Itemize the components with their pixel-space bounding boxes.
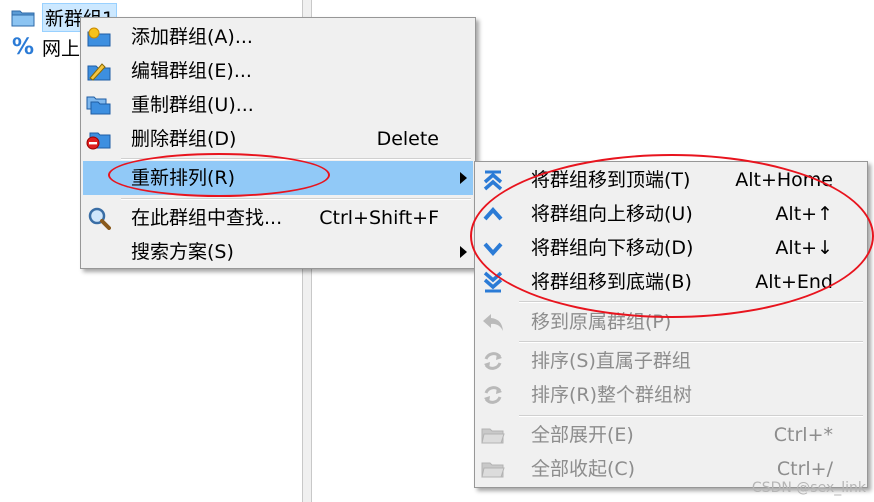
magnifier-icon: [86, 206, 112, 230]
menu-item-sort-whole-tree[interactable]: 排序(R)整个群组树: [477, 378, 865, 412]
menu-item-edit-group[interactable]: 编辑群组(E)...: [83, 54, 473, 88]
move-bottom-icon: [480, 270, 506, 294]
menu-item-shortcut: Ctrl+Shift+F: [319, 207, 439, 229]
menu-item-rearrange[interactable]: 重新排列(R): [83, 161, 473, 195]
menu-item-shortcut: Alt+↑: [775, 203, 833, 225]
menu-item-label: 搜索方案(S): [131, 241, 234, 263]
menu-item-label: 将群组移到底端(B): [531, 271, 692, 293]
folder-open-icon: [480, 423, 506, 447]
menu-separator: [121, 158, 471, 160]
menu-item-label: 将群组向上移动(U): [531, 203, 693, 225]
undo-arrow-icon: [480, 310, 506, 334]
menu-item-move-down[interactable]: 将群组向下移动(D) Alt+↓: [477, 231, 865, 265]
menu-item-label: 排序(R)整个群组树: [531, 384, 693, 406]
submenu-arrow-icon: [460, 246, 467, 258]
menu-item-label: 移到原属群组(P): [531, 311, 672, 333]
menu-separator: [519, 341, 863, 343]
submenu-arrow-icon: [460, 172, 467, 184]
move-top-icon: [480, 168, 506, 192]
sort-icon: [480, 383, 506, 407]
folder-delete-icon: [86, 127, 112, 151]
menu-separator: [121, 198, 471, 200]
menu-item-shortcut: Ctrl+*: [773, 424, 833, 446]
move-up-icon: [480, 202, 506, 226]
menu-item-find-in-group[interactable]: 在此群组中查找... Ctrl+Shift+F: [83, 201, 473, 235]
menu-item-label: 全部展开(E): [531, 424, 634, 446]
menu-item-label: 将群组移到顶端(T): [531, 169, 691, 191]
menu-item-label: 重制群组(U)...: [131, 94, 254, 116]
folder-copy-icon: [86, 93, 112, 117]
menu-item-label: 将群组向下移动(D): [531, 237, 694, 259]
menu-item-duplicate-group[interactable]: 重制群组(U)...: [83, 88, 473, 122]
menu-item-delete-group[interactable]: 删除群组(D) Delete: [83, 122, 473, 156]
menu-item-search-profiles[interactable]: 搜索方案(S): [83, 235, 473, 269]
context-menu: 添加群组(A)... 编辑群组(E)... 重制群组(U)... 删除群组(D)…: [80, 17, 476, 269]
folder-icon: [10, 6, 36, 28]
menu-item-shortcut: Alt+↓: [775, 237, 833, 259]
menu-item-label: 删除群组(D): [131, 128, 237, 150]
folder-edit-icon: [86, 59, 112, 83]
watermark: CSDN @sex_link: [751, 480, 866, 496]
menu-item-shortcut: Delete: [376, 128, 439, 150]
menu-item-add-group[interactable]: 添加群组(A)...: [83, 20, 473, 54]
menu-item-shortcut: Alt+End: [755, 271, 833, 293]
folder-open-icon: [480, 457, 506, 481]
move-down-icon: [480, 236, 506, 260]
menu-item-shortcut: Alt+Home: [735, 169, 833, 191]
menu-separator: [519, 415, 863, 417]
percent-icon: %: [11, 34, 35, 60]
menu-item-label: 全部收起(C): [531, 458, 636, 480]
menu-item-move-to-parent[interactable]: 移到原属群组(P): [477, 305, 865, 339]
tree-item-label: 网上: [42, 37, 81, 60]
menu-item-move-to-bottom[interactable]: 将群组移到底端(B) Alt+End: [477, 265, 865, 299]
menu-item-label: 在此群组中查找...: [131, 207, 283, 229]
menu-item-move-up[interactable]: 将群组向上移动(U) Alt+↑: [477, 197, 865, 231]
menu-separator: [519, 301, 863, 303]
menu-item-label: 编辑群组(E)...: [131, 60, 252, 82]
rearrange-submenu: 将群组移到顶端(T) Alt+Home 将群组向上移动(U) Alt+↑ 将群组…: [474, 161, 868, 488]
menu-item-label: 排序(S)直属子群组: [531, 350, 691, 372]
menu-item-sort-direct-subgroups[interactable]: 排序(S)直属子群组: [477, 344, 865, 378]
menu-item-label: 添加群组(A)...: [131, 26, 253, 48]
tree-item-online[interactable]: % 网上: [10, 34, 80, 60]
sort-icon: [480, 349, 506, 373]
menu-item-label: 重新排列(R): [131, 167, 236, 189]
folder-add-icon: [86, 25, 112, 49]
menu-item-expand-all[interactable]: 全部展开(E) Ctrl+*: [477, 418, 865, 452]
menu-item-move-to-top[interactable]: 将群组移到顶端(T) Alt+Home: [477, 163, 865, 197]
